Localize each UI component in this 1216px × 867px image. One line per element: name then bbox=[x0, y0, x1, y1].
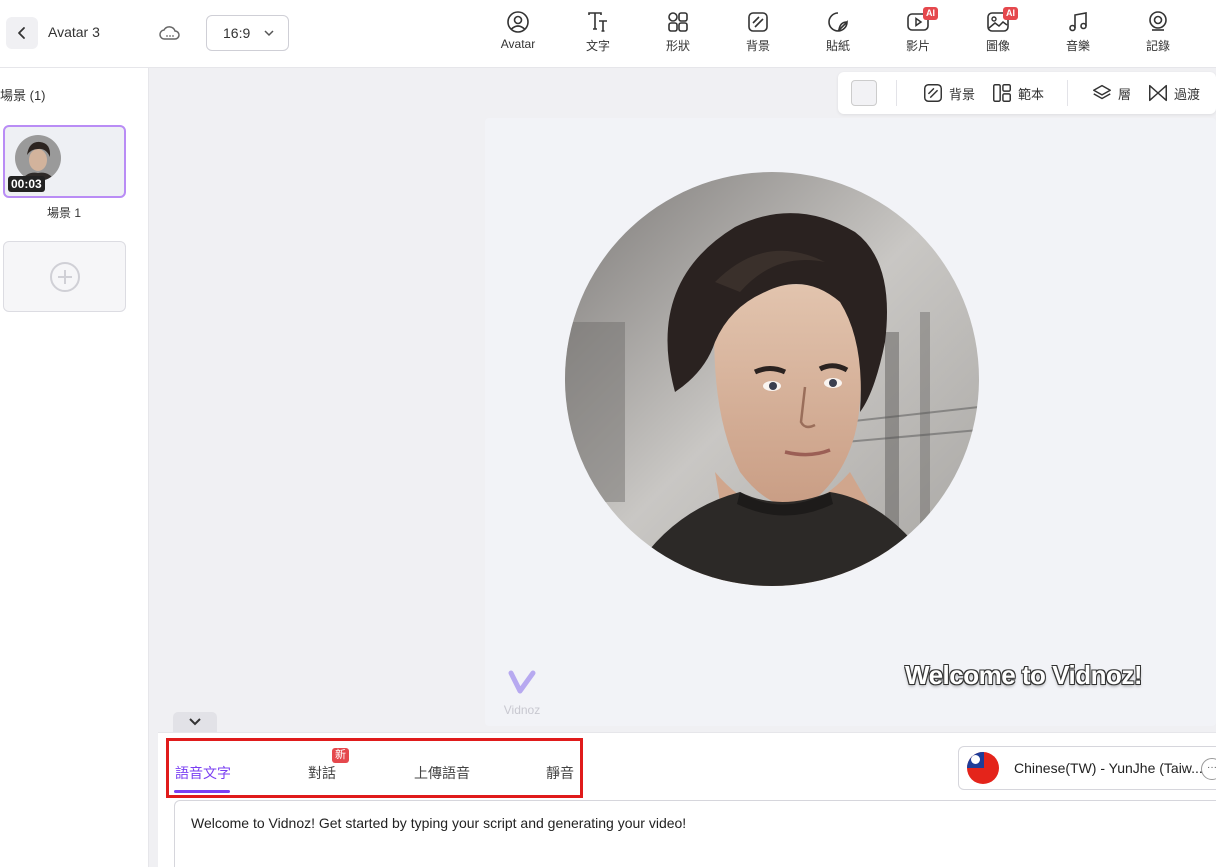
plus-circle-icon bbox=[49, 261, 80, 292]
caption-text[interactable]: Welcome to Vidnoz! bbox=[905, 660, 1143, 691]
tool-background[interactable]: 背景 bbox=[728, 10, 788, 56]
tool-label: 音樂 bbox=[1065, 39, 1090, 53]
avatar-image[interactable] bbox=[565, 172, 979, 586]
tab-upload-audio[interactable]: 上傳語音 bbox=[414, 763, 470, 783]
tool-image[interactable]: AI 圖像 bbox=[968, 7, 1028, 56]
template-label: 範本 bbox=[1018, 86, 1045, 102]
transition-button[interactable]: 過渡 bbox=[1147, 81, 1200, 105]
scene-thumbnail bbox=[15, 135, 61, 181]
chevron-down-icon bbox=[264, 30, 274, 37]
text-icon bbox=[588, 12, 607, 32]
divider bbox=[1067, 80, 1068, 106]
add-scene-button[interactable] bbox=[3, 241, 126, 312]
tool-record[interactable]: 記錄 bbox=[1128, 10, 1188, 56]
template-icon bbox=[993, 84, 1011, 102]
chevron-left-icon bbox=[18, 27, 25, 39]
project-title[interactable]: Avatar 3 bbox=[48, 24, 100, 40]
scenes-heading: 場景 (1) bbox=[0, 88, 46, 103]
script-panel: 語音文字 對話 新 上傳語音 靜音 Chinese(TW) - YunJhe (… bbox=[158, 732, 1216, 867]
tool-label: 圖像 bbox=[985, 39, 1010, 53]
active-tab-indicator bbox=[174, 790, 230, 793]
aspect-ratio-value: 16:9 bbox=[223, 25, 251, 41]
transition-label: 過渡 bbox=[1174, 86, 1201, 102]
collapse-panel-button[interactable] bbox=[173, 712, 217, 732]
record-icon bbox=[1149, 11, 1167, 31]
tool-label: 影片 bbox=[905, 39, 930, 53]
scene-label: 場景 1 bbox=[46, 206, 81, 220]
background-color-swatch[interactable] bbox=[851, 80, 877, 106]
tool-shapes[interactable]: 形狀 bbox=[648, 10, 708, 56]
layers-icon bbox=[1093, 84, 1111, 100]
background-icon bbox=[748, 12, 768, 32]
top-bar: Avatar 3 16:9 Avatar 文字 形狀 背景 貼紙 AI 影片 A… bbox=[0, 0, 1216, 68]
watermark: Vidnoz bbox=[497, 668, 547, 717]
tool-label: 文字 bbox=[585, 39, 610, 53]
canvas-background-button[interactable]: 背景 bbox=[922, 81, 975, 105]
canvas-toolbar: 背景 範本 層 過渡 bbox=[838, 72, 1216, 114]
tool-sticker[interactable]: 貼紙 bbox=[808, 10, 868, 56]
chevron-down-icon bbox=[189, 718, 201, 726]
tab-bar: 語音文字 對話 新 上傳語音 靜音 bbox=[166, 738, 583, 798]
video-canvas[interactable]: Welcome to Vidnoz! Vidnoz bbox=[485, 118, 1216, 726]
tool-text[interactable]: 文字 bbox=[568, 10, 628, 56]
tool-label: Avatar bbox=[500, 37, 536, 51]
tool-label: 形狀 bbox=[665, 39, 690, 53]
background-icon bbox=[924, 84, 942, 102]
shapes-icon bbox=[668, 12, 688, 32]
sticker-icon bbox=[828, 12, 848, 32]
tab-dialogue[interactable]: 對話 bbox=[308, 763, 336, 783]
tool-label: 背景 bbox=[745, 39, 770, 53]
tab-mute[interactable]: 靜音 bbox=[546, 763, 574, 783]
new-badge: 新 bbox=[332, 748, 349, 763]
taiwan-flag-icon bbox=[967, 752, 999, 784]
script-input[interactable]: Welcome to Vidnoz! Get started by typing… bbox=[174, 800, 1216, 867]
cloud-save-icon[interactable] bbox=[158, 22, 182, 44]
script-text: Welcome to Vidnoz! Get started by typing… bbox=[191, 815, 687, 831]
ai-badge: AI bbox=[1003, 7, 1018, 20]
tab-voice-text[interactable]: 語音文字 bbox=[175, 763, 231, 783]
ai-badge: AI bbox=[923, 7, 938, 20]
tool-video[interactable]: AI 影片 bbox=[888, 7, 948, 56]
divider bbox=[896, 80, 897, 106]
template-button[interactable]: 範本 bbox=[991, 81, 1044, 105]
scene-card[interactable]: 00:03 bbox=[3, 125, 126, 198]
voice-select[interactable]: Chinese(TW) - YunJhe (Taiw... ··· bbox=[958, 746, 1216, 790]
scene-duration: 00:03 bbox=[8, 176, 45, 192]
more-options-icon[interactable]: ··· bbox=[1201, 758, 1216, 780]
layer-button[interactable]: 層 bbox=[1091, 81, 1131, 105]
aspect-ratio-select[interactable]: 16:9 bbox=[206, 15, 289, 51]
vidnoz-logo-icon bbox=[508, 670, 536, 694]
avatar-icon bbox=[507, 11, 529, 33]
layer-label: 層 bbox=[1118, 86, 1132, 102]
tool-label: 記錄 bbox=[1145, 39, 1170, 53]
music-icon bbox=[1069, 12, 1087, 32]
tool-music[interactable]: 音樂 bbox=[1048, 10, 1108, 56]
tool-label: 貼紙 bbox=[825, 39, 850, 53]
tool-avatar[interactable]: Avatar bbox=[488, 10, 548, 56]
back-button[interactable] bbox=[6, 17, 38, 49]
transition-icon bbox=[1149, 84, 1167, 102]
watermark-text: Vidnoz bbox=[503, 703, 541, 717]
canvas-background-label: 背景 bbox=[949, 86, 976, 102]
voice-name: Chinese(TW) - YunJhe (Taiw... bbox=[1014, 760, 1203, 776]
scene-panel: 場景 (1) 00:03 場景 1 bbox=[0, 68, 149, 867]
